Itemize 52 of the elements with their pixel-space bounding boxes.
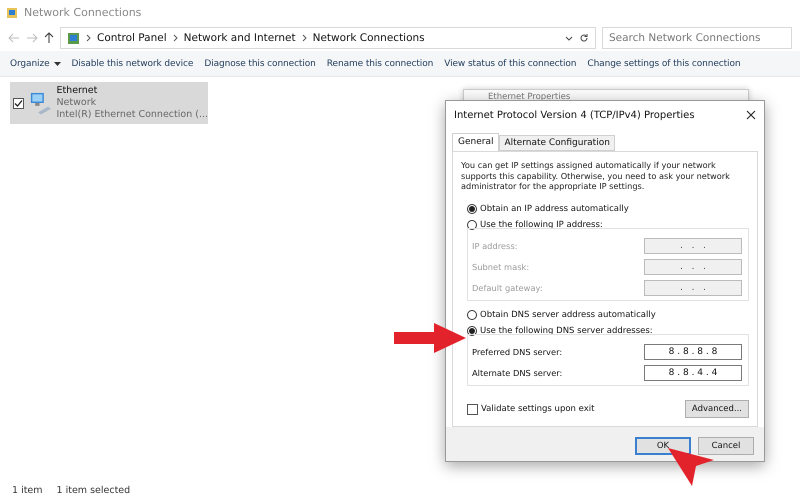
field-label: IP address: <box>472 240 518 251</box>
caret-icon <box>54 62 61 66</box>
network-folder-icon <box>6 6 18 18</box>
dialog-button[interactable]: OK <box>635 437 691 455</box>
connection-name: Ethernet <box>56 85 98 97</box>
radio-option[interactable]: Obtain an IP address automatically <box>467 204 749 216</box>
toolbar-button[interactable]: Disable this network device <box>68 58 198 68</box>
refresh-icon[interactable] <box>579 33 589 43</box>
breadcrumb[interactable]: Control Panel <box>97 32 167 44</box>
control-panel-icon <box>67 32 80 44</box>
field-label: Preferred DNS server: <box>472 346 562 356</box>
window-title: Network Connections <box>24 6 142 19</box>
intro-text: You can get IP settings assigned automatically if your network supports this capability. Otherwise, you need to ask your network administrator for the appropriate IP settings. <box>461 160 731 192</box>
breadcrumb[interactable]: Network Connections <box>312 32 425 44</box>
breadcrumb[interactable]: Network and Internet <box>184 32 296 44</box>
network-name: Network <box>56 97 98 109</box>
toolbar-button[interactable]: Change settings of this connection <box>583 58 744 68</box>
radio-option[interactable]: Use the following IP address: <box>467 219 749 232</box>
close-icon[interactable] <box>746 110 756 120</box>
field-label: Default gateway: <box>472 282 543 293</box>
address-bar[interactable]: Control Panel Network and Internet Network Connections <box>60 27 596 49</box>
radio-option[interactable]: Use the following DNS server addresses: <box>467 325 749 337</box>
pointer-arrow <box>668 448 716 486</box>
dialog-title: Ethernet Properties <box>488 92 570 102</box>
checkbox[interactable] <box>13 98 24 108</box>
toolbar-button[interactable]: View status of this connection <box>440 58 580 68</box>
ip-field[interactable]: 8 . 8 . 4 . 4 <box>644 364 742 380</box>
status-text: 1 item <box>12 484 43 496</box>
toolbar-button[interactable]: Rename this connection <box>322 58 438 68</box>
toolbar-button[interactable]: Organize <box>6 58 65 68</box>
tab[interactable]: Alternate Configuration <box>499 135 615 151</box>
connection-item[interactable]: Ethernet Network Intel(R) Ethernet Connection (... <box>10 82 208 124</box>
radio-option[interactable]: Obtain DNS server address automatically <box>467 309 749 322</box>
dropdown-icon[interactable] <box>565 36 573 40</box>
dialog-title: Internet Protocol Version 4 (TCP/IPv4) Properties <box>454 110 695 120</box>
up-icon[interactable] <box>44 32 54 44</box>
checkbox[interactable] <box>467 404 478 414</box>
search-field[interactable]: Search Network Connections <box>602 27 792 49</box>
dialog-button[interactable]: Cancel <box>698 437 754 455</box>
chevron-icon <box>302 34 307 42</box>
chevron-icon <box>172 34 178 42</box>
advanced-button[interactable]: Advanced... <box>684 400 749 418</box>
field-label: Alternate DNS server: <box>472 368 562 378</box>
status-text: 1 item selected <box>56 484 130 496</box>
checkbox-label[interactable]: Validate settings upon exit <box>467 404 594 414</box>
device-name: Intel(R) Ethernet Connection (... <box>56 109 208 121</box>
toolbar-button[interactable]: Diagnose this connection <box>200 58 320 68</box>
pointer-arrow <box>394 323 466 353</box>
tab[interactable]: General <box>452 133 500 151</box>
ip-field[interactable]: 8 . 8 . 8 . 8 <box>644 344 742 360</box>
field-label: Subnet mask: <box>472 262 530 272</box>
chevron-icon <box>86 34 91 42</box>
